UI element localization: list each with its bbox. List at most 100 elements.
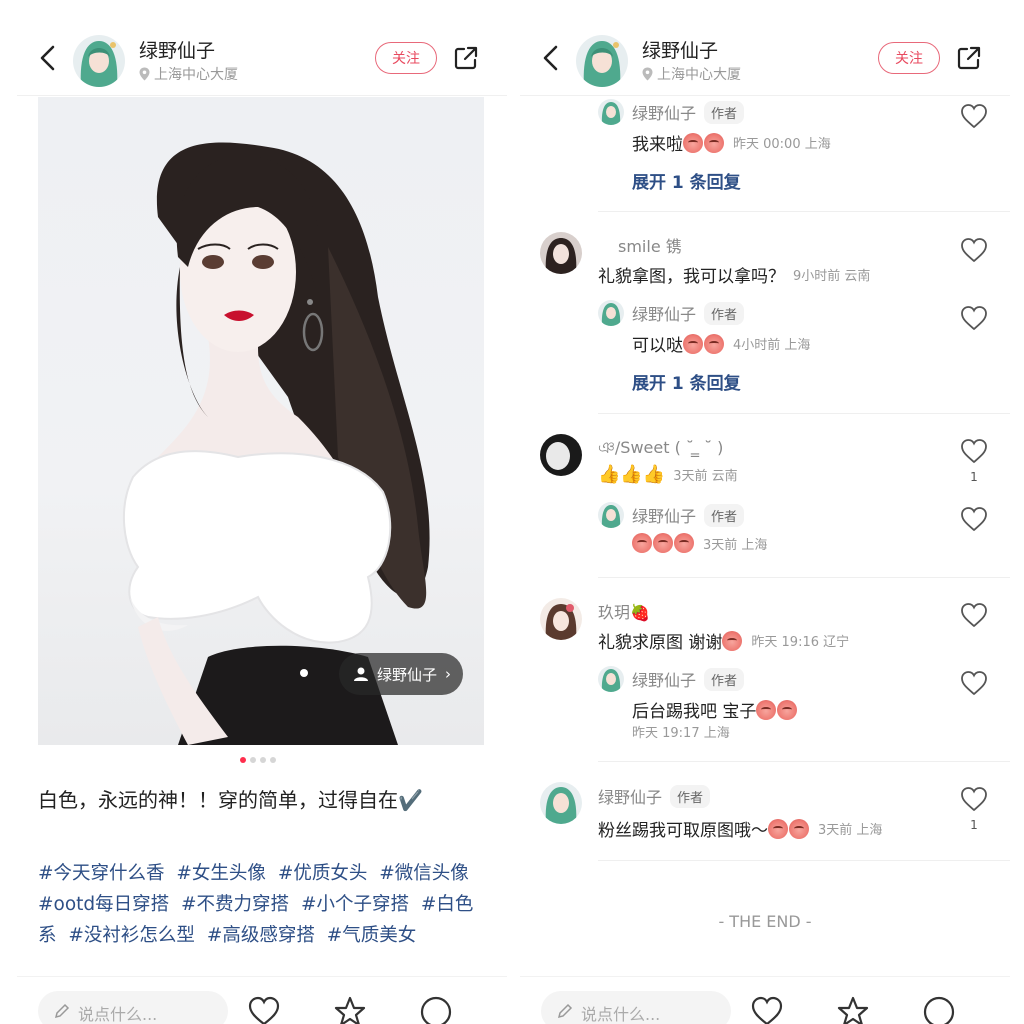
reply-text: 可以哒 4小时前 上海 xyxy=(632,331,810,356)
like-count: 1 xyxy=(970,818,978,832)
heart-icon[interactable] xyxy=(960,506,988,532)
share-icon[interactable] xyxy=(956,45,982,71)
chevron-right-icon: › xyxy=(445,665,452,683)
reply-text: 后台踢我吧 宝子 xyxy=(632,697,798,722)
comment-divider xyxy=(598,413,1010,414)
author-badge: 作者 xyxy=(704,503,745,527)
location-label: 上海中心大厦 xyxy=(657,67,741,83)
hashtag[interactable]: #微信头像 xyxy=(379,863,469,884)
post-title: 白色，永远的神！！穿的简单，过得自在✔️ xyxy=(38,788,423,812)
end-of-comments: - THE END - xyxy=(718,912,812,931)
hashtag[interactable]: #今天穿什么香 xyxy=(38,863,165,884)
post-image[interactable]: 绿野仙子 › xyxy=(38,97,484,745)
author-avatar[interactable] xyxy=(73,35,125,87)
author-avatar[interactable] xyxy=(576,35,628,87)
reply-avatar[interactable] xyxy=(598,666,624,692)
heart-icon[interactable] xyxy=(247,995,281,1024)
location-label: 上海中心大厦 xyxy=(154,67,238,83)
location[interactable]: 上海中心大厦 xyxy=(139,64,238,84)
reply-avatar[interactable] xyxy=(598,99,624,125)
commenter-username[interactable]: 绿野仙子 作者 xyxy=(598,784,711,808)
post-detail-panel: 绿野仙子 上海中心大厦 关注 绿野仙子 › 白色，永远的神！！穿的简单，过得自在… xyxy=(17,0,507,1024)
carousel-dots xyxy=(240,757,276,763)
image-user-tag[interactable]: 绿野仙子 › xyxy=(339,653,464,695)
reply-text: 3天前 上海 xyxy=(632,533,767,553)
hashtag[interactable]: #女生头像 xyxy=(176,863,266,884)
comment-divider xyxy=(598,761,1010,762)
heart-icon[interactable] xyxy=(750,995,784,1024)
heart-icon[interactable] xyxy=(960,103,988,129)
comment-text: 👍👍👍 3天前 云南 xyxy=(598,464,738,485)
image-tag-label: 绿野仙子 xyxy=(377,665,438,684)
hashtag[interactable]: #高级感穿搭 xyxy=(207,925,315,946)
illustration-girl xyxy=(122,142,430,745)
hashtag[interactable]: #小个子穿搭 xyxy=(301,894,409,915)
heart-icon[interactable] xyxy=(960,786,988,812)
follow-button[interactable]: 关注 xyxy=(878,42,940,74)
comment-text: 礼貌求原图 谢谢 昨天 19:16 辽宁 xyxy=(598,628,849,653)
reply-username[interactable]: 绿野仙子 作者 xyxy=(632,503,745,527)
commenter-username[interactable]: 玖玥🍓 xyxy=(598,599,650,623)
comment-placeholder: 说点什么... xyxy=(581,1005,661,1024)
reply-avatar[interactable] xyxy=(598,300,624,326)
reply-username[interactable]: 绿野仙子 作者 xyxy=(632,100,745,124)
comment-text: 粉丝踢我可取原图哦～ 3天前 上海 xyxy=(598,816,882,841)
post-tags: #今天穿什么香 #女生头像 #优质女头 #微信头像 #ootd每日穿搭 #不费力… xyxy=(38,858,490,951)
post-header: 绿野仙子 上海中心大厦 关注 xyxy=(17,30,507,92)
hashtag[interactable]: #优质女头 xyxy=(278,863,368,884)
reply-text: 我来啦 昨天 00:00 上海 xyxy=(632,130,831,155)
bottom-action-bar: 说点什么... xyxy=(520,976,1010,1024)
reply-username[interactable]: 绿野仙子 作者 xyxy=(632,301,745,325)
pen-icon xyxy=(557,1003,573,1019)
comment-text: 礼貌拿图，我可以拿吗？ 9小时前 云南 xyxy=(598,267,871,287)
hashtag[interactable]: #ootd每日穿搭 xyxy=(38,894,169,915)
commenter-avatar[interactable] xyxy=(540,232,582,274)
comment-divider xyxy=(598,860,1010,861)
comment-icon[interactable] xyxy=(419,995,453,1024)
location[interactable]: 上海中心大厦 xyxy=(642,64,741,84)
expand-replies-link[interactable]: 展开 1 条回复 xyxy=(632,369,741,394)
star-icon[interactable] xyxy=(333,995,367,1024)
author-badge: 作者 xyxy=(704,667,745,691)
expand-replies-link[interactable]: 展开 1 条回复 xyxy=(632,168,741,193)
heart-icon[interactable] xyxy=(960,237,988,263)
commenter-avatar[interactable] xyxy=(540,598,582,640)
location-pin-icon xyxy=(642,67,653,81)
heart-icon[interactable] xyxy=(960,602,988,628)
heart-icon[interactable] xyxy=(960,438,988,464)
reply-avatar[interactable] xyxy=(598,502,624,528)
reply-meta: 昨天 19:17 上海 xyxy=(632,726,730,741)
hashtag[interactable]: #气质美女 xyxy=(327,925,417,946)
share-icon[interactable] xyxy=(453,45,479,71)
hashtag[interactable]: #不费力穿搭 xyxy=(181,894,289,915)
like-count: 1 xyxy=(970,470,978,484)
heart-icon[interactable] xyxy=(960,305,988,331)
commenter-username[interactable]: ঞ/Sweet ( ˘ ̳ ˘ ) xyxy=(598,435,723,462)
person-icon xyxy=(354,667,368,681)
commenter-username[interactable]: smile 镌 xyxy=(618,233,682,257)
hashtag[interactable]: #没衬衫怎么型 xyxy=(68,925,195,946)
reply-username[interactable]: 绿野仙子 作者 xyxy=(632,667,745,691)
comment-icon[interactable] xyxy=(922,995,956,1024)
comments-panel: 绿野仙子 上海中心大厦 关注 绿野仙子 作者 我来啦 昨天 00:00 上海 展开 … xyxy=(520,0,1010,1024)
commenter-avatar[interactable] xyxy=(540,782,582,824)
header-divider xyxy=(520,95,1010,96)
follow-button[interactable]: 关注 xyxy=(375,42,437,74)
comment-divider xyxy=(598,211,1010,212)
author-name[interactable]: 绿野仙子 xyxy=(642,36,718,63)
author-badge: 作者 xyxy=(704,301,745,325)
heart-icon[interactable] xyxy=(960,670,988,696)
comment-input[interactable]: 说点什么... xyxy=(38,991,228,1024)
back-arrow-icon[interactable] xyxy=(37,44,59,72)
comment-input[interactable]: 说点什么... xyxy=(541,991,731,1024)
post-header: 绿野仙子 上海中心大厦 关注 xyxy=(520,30,1010,92)
back-arrow-icon[interactable] xyxy=(540,44,562,72)
header-divider xyxy=(17,95,507,96)
star-icon[interactable] xyxy=(836,995,870,1024)
tag-anchor-dot xyxy=(300,669,308,677)
commenter-avatar[interactable] xyxy=(540,434,582,476)
comment-placeholder: 说点什么... xyxy=(78,1005,158,1024)
author-name[interactable]: 绿野仙子 xyxy=(139,36,215,63)
bottom-action-bar: 说点什么... xyxy=(17,976,507,1024)
location-pin-icon xyxy=(139,67,150,81)
